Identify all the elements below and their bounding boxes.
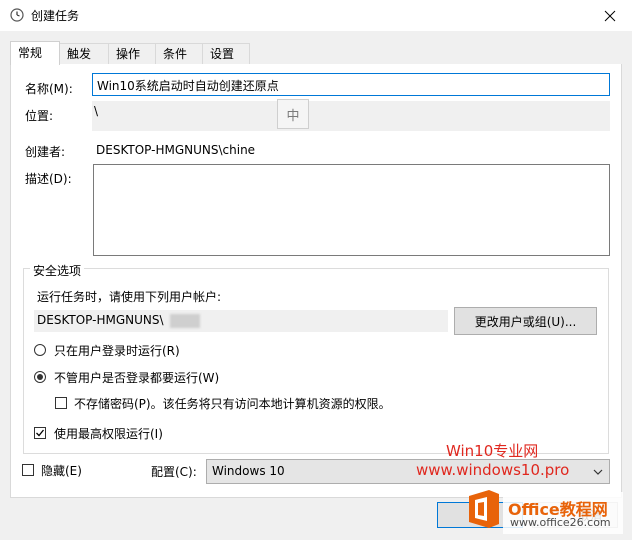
watermark-win10-text: Win10专业网 xyxy=(446,442,539,460)
close-button[interactable] xyxy=(588,0,632,31)
radio-whether-logged-on[interactable] xyxy=(34,371,46,383)
run-as-label: 运行任务时，请使用下列用户帐户: xyxy=(37,290,222,304)
change-user-button[interactable]: 更改用户或组(U)... xyxy=(454,307,597,335)
user-account-field: DESKTOP-HMGNUNS\ xyxy=(34,310,448,332)
tab-conditions[interactable]: 条件 xyxy=(155,43,203,64)
author-value: DESKTOP-HMGNUNS\chine xyxy=(96,143,256,157)
redacted-username xyxy=(170,314,200,328)
title-bar xyxy=(0,0,632,31)
change-user-button-label: 更改用户或组(U)... xyxy=(474,314,577,329)
user-account-value: DESKTOP-HMGNUNS\ xyxy=(37,313,164,327)
configure-label: 配置(C): xyxy=(151,465,197,479)
description-input[interactable] xyxy=(93,164,610,256)
no-store-password-label[interactable]: 不存储密码(P)。该任务将只有访问本地计算机资源的权限。 xyxy=(74,395,391,412)
location-value: \ xyxy=(94,104,99,118)
tab-actions[interactable]: 操作 xyxy=(108,43,156,64)
configure-value: Windows 10 xyxy=(212,464,285,478)
close-icon xyxy=(604,10,616,21)
radio-logged-on-only-label[interactable]: 只在用户登录时运行(R) xyxy=(54,342,180,359)
tab-settings[interactable]: 设置 xyxy=(202,43,250,64)
watermark-office-url: www.office26.com xyxy=(510,516,611,529)
description-label: 描述(D): xyxy=(25,172,72,186)
tab-general[interactable]: 常规 xyxy=(10,41,60,65)
no-store-password-checkbox[interactable] xyxy=(55,397,67,409)
chevron-down-icon xyxy=(593,469,603,475)
window-title: 创建任务 xyxy=(31,9,80,23)
name-label: 名称(M): xyxy=(25,82,73,96)
hidden-checkbox[interactable] xyxy=(22,464,34,476)
highest-privileges-label[interactable]: 使用最高权限运行(I) xyxy=(54,425,163,442)
location-label: 位置: xyxy=(25,109,54,123)
clock-icon xyxy=(10,8,24,22)
tab-triggers[interactable]: 触发器 xyxy=(59,43,109,82)
author-label: 创建者: xyxy=(25,145,66,159)
security-options-title: 安全选项 xyxy=(30,262,85,279)
highest-privileges-checkbox[interactable] xyxy=(34,427,46,439)
name-input-value: Win10系统启动时自动创建还原点 xyxy=(97,79,279,93)
radio-selected-dot xyxy=(37,374,43,380)
hidden-label[interactable]: 隐藏(E) xyxy=(41,462,82,479)
watermark-win10-url: www.windows10.pro xyxy=(416,461,570,479)
office-logo-icon xyxy=(465,488,503,530)
location-field: \ xyxy=(92,101,610,131)
radio-whether-logged-on-label[interactable]: 不管用户是否登录都要运行(W) xyxy=(54,369,219,386)
radio-logged-on-only[interactable] xyxy=(34,344,46,356)
name-input[interactable]: Win10系统启动时自动创建还原点 xyxy=(92,73,610,96)
ime-indicator[interactable]: 中 xyxy=(277,99,309,129)
checkmark-icon xyxy=(36,429,45,437)
